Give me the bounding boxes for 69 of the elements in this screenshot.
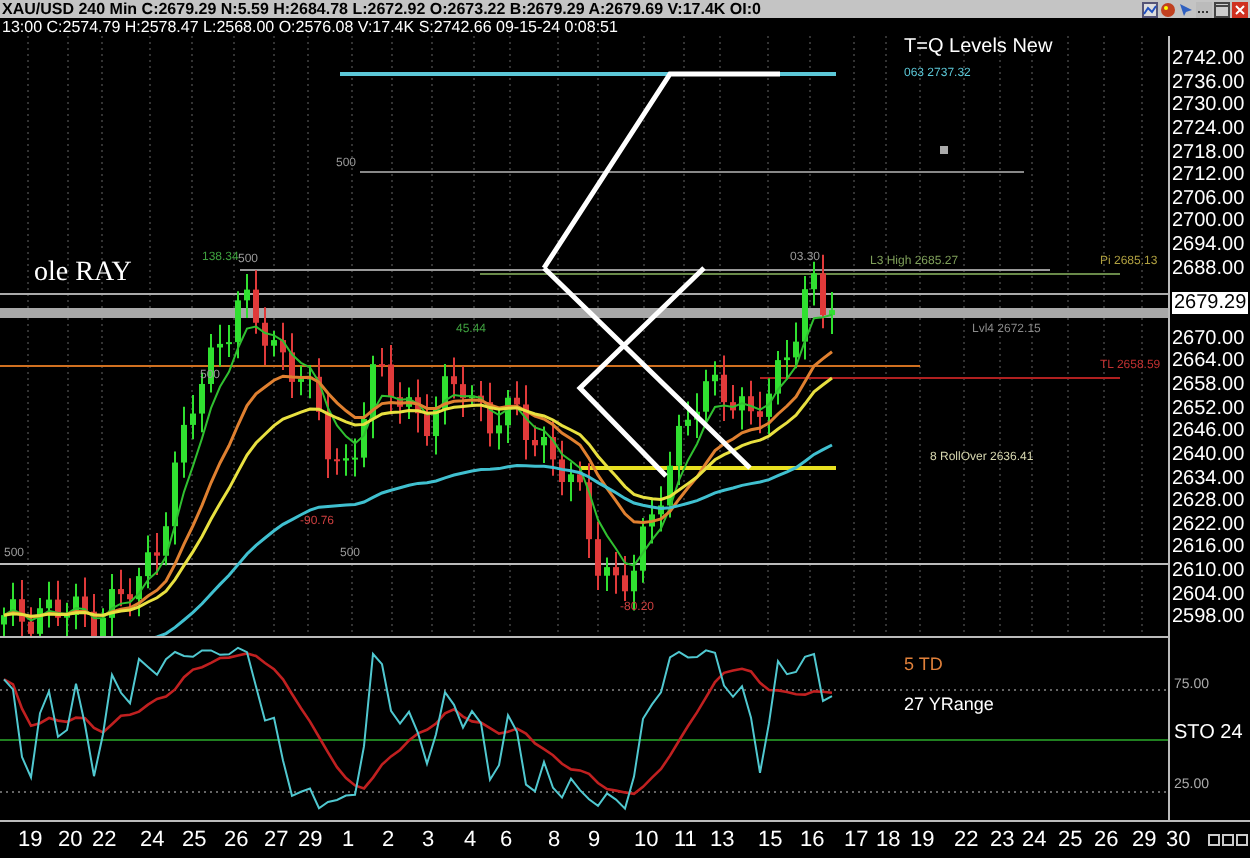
date-tick: 16 (800, 828, 825, 852)
menu-icon[interactable] (1196, 1, 1212, 17)
chart-title: T=Q Levels New (904, 36, 1053, 58)
oscillator-name: STO 24 (1174, 722, 1243, 744)
price-tick: 2616.00 (1172, 536, 1245, 559)
bar-details: 13:00 C:2574.79 H:2578.47 L:2568.00 O:2576.08 V:17.4K S:2742.66 09-15-24 0:08:51 (0, 18, 618, 36)
palette-icon[interactable] (1160, 1, 1176, 17)
date-tick: 19 (18, 828, 43, 852)
pointer-icon[interactable] (1178, 1, 1194, 17)
chart-icon[interactable] (1142, 1, 1158, 17)
date-tick: 8 (548, 828, 561, 852)
date-tick: 9 (588, 828, 601, 852)
date-tick: 23 (990, 828, 1015, 852)
date-tick: 25 (1058, 828, 1083, 852)
price-tick: 2622.00 (1172, 513, 1245, 536)
price-tick: 2610.00 (1172, 560, 1245, 583)
date-tick: 29 (1132, 828, 1157, 852)
date-tick: 13 (710, 828, 735, 852)
price-tick: 2742.00 (1172, 48, 1245, 70)
date-tick: 4 (464, 828, 477, 852)
price-tick: 2688.00 (1172, 257, 1245, 280)
price-tick: 2706.00 (1172, 187, 1245, 210)
current-price: 2679.29 (1172, 291, 1249, 314)
date-tick: 26 (1094, 828, 1119, 852)
date-tick: 3 (422, 828, 435, 852)
price-tick: 2598.00 (1172, 606, 1245, 629)
price-tick: 2658.00 (1172, 373, 1245, 396)
price-tick: 2700.00 (1172, 210, 1245, 233)
date-tick: 24 (1022, 828, 1047, 852)
date-tick: 27 (264, 828, 289, 852)
date-tick: 30 (1166, 828, 1191, 852)
date-tick: 24 (140, 828, 165, 852)
date-tick: 2 (382, 828, 395, 852)
price-tick: 2664.00 (1172, 350, 1245, 373)
date-tick: 29 (298, 828, 323, 852)
price-tick: 2730.00 (1172, 94, 1245, 117)
layout-icon[interactable] (1208, 834, 1248, 846)
price-tick: 2724.00 (1172, 117, 1245, 140)
date-tick: 10 (634, 828, 659, 852)
price-tick: 2640.00 (1172, 443, 1245, 466)
price-tick: 2604.00 (1172, 583, 1245, 606)
date-tick: 19 (910, 828, 935, 852)
close-icon[interactable] (1232, 1, 1248, 17)
date-tick: 11 (674, 828, 697, 852)
quote-summary: XAU/USD 240 Min C:2679.29 N:5.59 H:2684.78 L:2672.92 O:2673.22 B:2679.29 A:2679.69 V:17.4K OI:0 (0, 0, 761, 18)
indicator-label: 27 YRange (904, 694, 994, 714)
price-tick: 2736.00 (1172, 71, 1245, 94)
date-tick: 1 (342, 828, 355, 852)
square-marker (940, 146, 948, 154)
price-tick: 2646.00 (1172, 420, 1245, 443)
date-tick: 22 (954, 828, 979, 852)
price-tick: 2670.00 (1172, 327, 1245, 350)
date-tick: 20 (58, 828, 83, 852)
price-tick: 2694.00 (1172, 234, 1245, 257)
date-tick: 26 (224, 828, 249, 852)
price-tick: 2634.00 (1172, 467, 1245, 490)
ray-label: ole RAY (34, 258, 132, 290)
date-tick: 18 (876, 828, 901, 852)
price-tick: 2652.00 (1172, 397, 1245, 420)
date-tick: 15 (758, 828, 783, 852)
date-tick: 22 (92, 828, 117, 852)
window-icon[interactable] (1214, 1, 1230, 17)
price-tick: 2712.00 (1172, 164, 1245, 187)
date-tick: 25 (182, 828, 207, 852)
date-tick: 6 (500, 828, 513, 852)
indicator-label: 5 TD (904, 654, 943, 674)
price-tick: 2628.00 (1172, 490, 1245, 513)
date-tick: 17 (844, 828, 869, 852)
price-tick: 2718.00 (1172, 141, 1245, 164)
